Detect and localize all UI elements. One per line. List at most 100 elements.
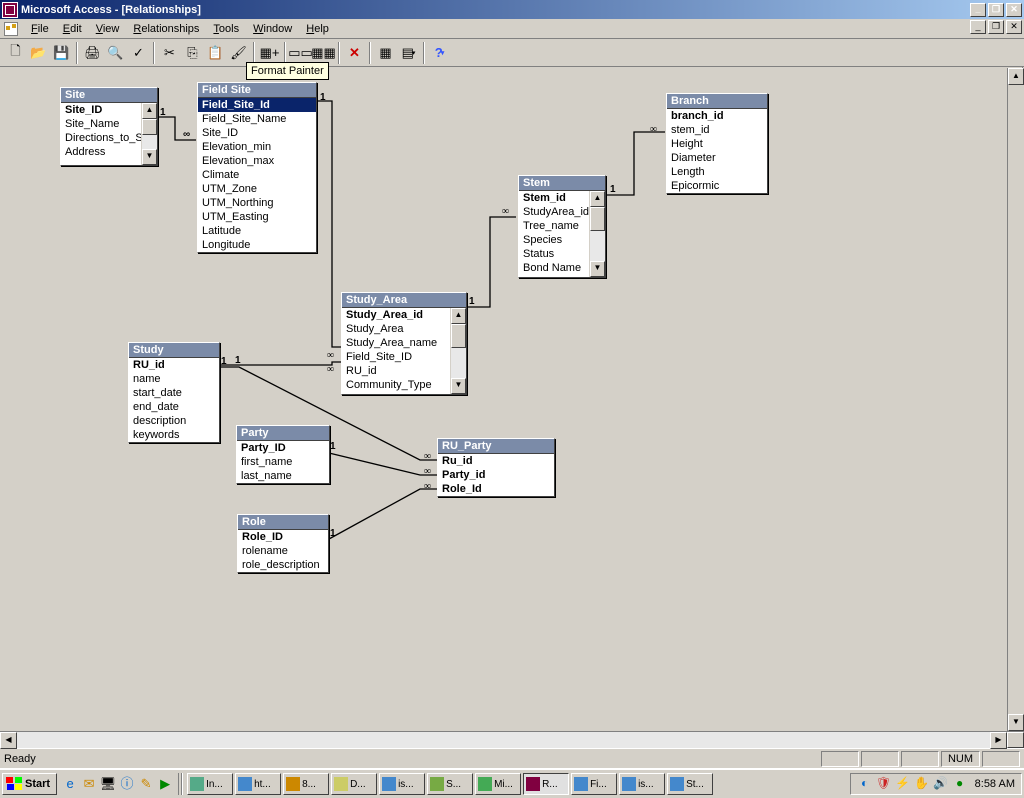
field[interactable]: Status (519, 247, 589, 261)
task-item[interactable]: In... (187, 773, 233, 795)
table-title[interactable]: Stem (519, 176, 605, 191)
table-title[interactable]: Study_Area (342, 293, 466, 308)
field[interactable]: last_name (237, 469, 329, 483)
scroll-right-icon[interactable]: ▶ (990, 732, 1007, 749)
table-title[interactable]: Study (129, 343, 219, 358)
field[interactable]: Longitude (198, 238, 316, 252)
show-all-button[interactable]: ▦▦ (312, 42, 335, 64)
field[interactable]: UTM_Easting (198, 210, 316, 224)
field[interactable]: Field_Site_Name (198, 112, 316, 126)
task-item[interactable]: is... (619, 773, 665, 795)
mdi-close-button[interactable]: ✕ (1006, 20, 1022, 34)
task-item[interactable]: St... (667, 773, 713, 795)
field[interactable]: first_name (237, 455, 329, 469)
scroll-left-icon[interactable]: ◀ (0, 732, 17, 749)
scroll-up-icon[interactable]: ▲ (1008, 68, 1024, 85)
scroll-down-icon[interactable]: ▼ (590, 261, 605, 277)
table-title[interactable]: Field Site (198, 83, 316, 98)
field[interactable]: Field_Site_ID (342, 350, 450, 364)
menu-relationships[interactable]: Relationships (126, 21, 206, 37)
field[interactable]: end_date (129, 400, 219, 414)
scroll-down-icon[interactable]: ▼ (1008, 714, 1024, 731)
field[interactable]: description (129, 414, 219, 428)
field[interactable]: Site_Name (61, 117, 141, 131)
field[interactable]: Role_Id (438, 482, 554, 496)
field[interactable]: Climate (198, 168, 316, 182)
ql-desktop-icon[interactable]: 🖥 (99, 775, 117, 793)
menu-tools[interactable]: Tools (206, 21, 246, 37)
scrollbar[interactable]: ▲ ▼ (589, 191, 605, 277)
close-button[interactable]: ✕ (1006, 3, 1022, 17)
spell-button[interactable]: ✓ (127, 42, 150, 64)
field[interactable]: Bond Name (519, 261, 589, 275)
db-window-button[interactable]: ▦ (374, 42, 397, 64)
field[interactable]: Ru_id (438, 454, 554, 468)
field[interactable]: keywords (129, 428, 219, 442)
table-title[interactable]: Role (238, 515, 328, 530)
field[interactable]: stem_id (667, 123, 767, 137)
field[interactable]: Field_Site_Id (198, 98, 316, 112)
mdi-restore-button[interactable]: ❐ (988, 20, 1004, 34)
cut-button[interactable]: ✂ (158, 42, 181, 64)
scrollbar[interactable]: ▲ ▼ (141, 103, 157, 165)
task-item-active[interactable]: R... (523, 773, 569, 795)
menu-window[interactable]: Window (246, 21, 299, 37)
show-table-button[interactable]: ▦+ (258, 42, 281, 64)
field[interactable]: Study_Area (342, 322, 450, 336)
scroll-down-icon[interactable]: ▼ (142, 149, 157, 165)
field[interactable]: Tree_name (519, 219, 589, 233)
field[interactable]: RU_id (342, 364, 450, 378)
format-painter-button[interactable]: 🖌 (227, 42, 250, 64)
field[interactable]: Elevation_max (198, 154, 316, 168)
canvas-hscroll[interactable]: ◀ ▶ (0, 731, 1024, 748)
field[interactable]: name (129, 372, 219, 386)
field[interactable]: RU_id (129, 358, 219, 372)
field[interactable]: Stem_id (519, 191, 589, 205)
open-button[interactable]: 📂 (27, 42, 50, 64)
table-study-area[interactable]: Study_Area Study_Area_id Study_Area Stud… (341, 292, 467, 395)
table-title[interactable]: Site (61, 88, 157, 103)
table-party[interactable]: Party Party_ID first_name last_name (236, 425, 330, 484)
canvas-vscroll[interactable]: ▲ ▼ (1007, 68, 1024, 731)
save-button[interactable]: 💾 (50, 42, 73, 64)
menu-help[interactable]: Help (299, 21, 336, 37)
field[interactable]: Site_ID (61, 103, 141, 117)
field[interactable]: Community_Type (342, 378, 450, 392)
preview-button[interactable]: 🔍 (104, 42, 127, 64)
task-item[interactable]: D... (331, 773, 377, 795)
mdi-minimize-button[interactable]: _ (970, 20, 986, 34)
scroll-up-icon[interactable]: ▲ (142, 103, 157, 119)
menu-edit[interactable]: Edit (56, 21, 89, 37)
task-item[interactable]: is... (379, 773, 425, 795)
ql-icon[interactable]: ⓘ (118, 775, 136, 793)
table-ru-party[interactable]: RU_Party Ru_id Party_id Role_Id (437, 438, 555, 497)
field[interactable]: role_description (238, 558, 328, 572)
field[interactable]: Party_id (438, 468, 554, 482)
menu-file[interactable]: File (24, 21, 56, 37)
paste-button[interactable]: 📋 (204, 42, 227, 64)
new-object-button[interactable]: ▤▾ (397, 42, 420, 64)
field[interactable]: Party_ID (237, 441, 329, 455)
table-role[interactable]: Role Role_ID rolename role_description (237, 514, 329, 573)
tray-icon[interactable]: ◐ (857, 776, 873, 792)
table-study[interactable]: Study RU_id name start_date end_date des… (128, 342, 220, 443)
field[interactable]: Study_Area_name (342, 336, 450, 350)
field[interactable]: Height (667, 137, 767, 151)
table-site[interactable]: Site Site_ID Site_Name Directions_to_Si … (60, 87, 158, 166)
tray-shield-icon[interactable]: 🛡 (876, 776, 892, 792)
field[interactable]: start_date (129, 386, 219, 400)
field[interactable]: StudyArea_id (519, 205, 589, 219)
field[interactable]: Role_ID (238, 530, 328, 544)
task-item[interactable]: 8... (283, 773, 329, 795)
relationships-canvas[interactable]: 1 ∞ 1 ∞ 1 ∞ 1 ∞ 1 ∞ 1 ∞ 1 ∞ 1 ∞ Site Sit… (0, 67, 1023, 731)
clear-layout-button[interactable]: ✕ (343, 42, 366, 64)
field[interactable]: Species (519, 233, 589, 247)
ql-outlook-icon[interactable]: ✉ (80, 775, 98, 793)
field[interactable]: branch_id (667, 109, 767, 123)
field[interactable]: Directions_to_Si (61, 131, 141, 145)
start-button[interactable]: Start (2, 773, 57, 795)
scroll-down-icon[interactable]: ▼ (451, 378, 466, 394)
ql-ie-icon[interactable]: e (61, 775, 79, 793)
tray-icon[interactable]: ✋ (914, 776, 930, 792)
table-title[interactable]: Branch (667, 94, 767, 109)
